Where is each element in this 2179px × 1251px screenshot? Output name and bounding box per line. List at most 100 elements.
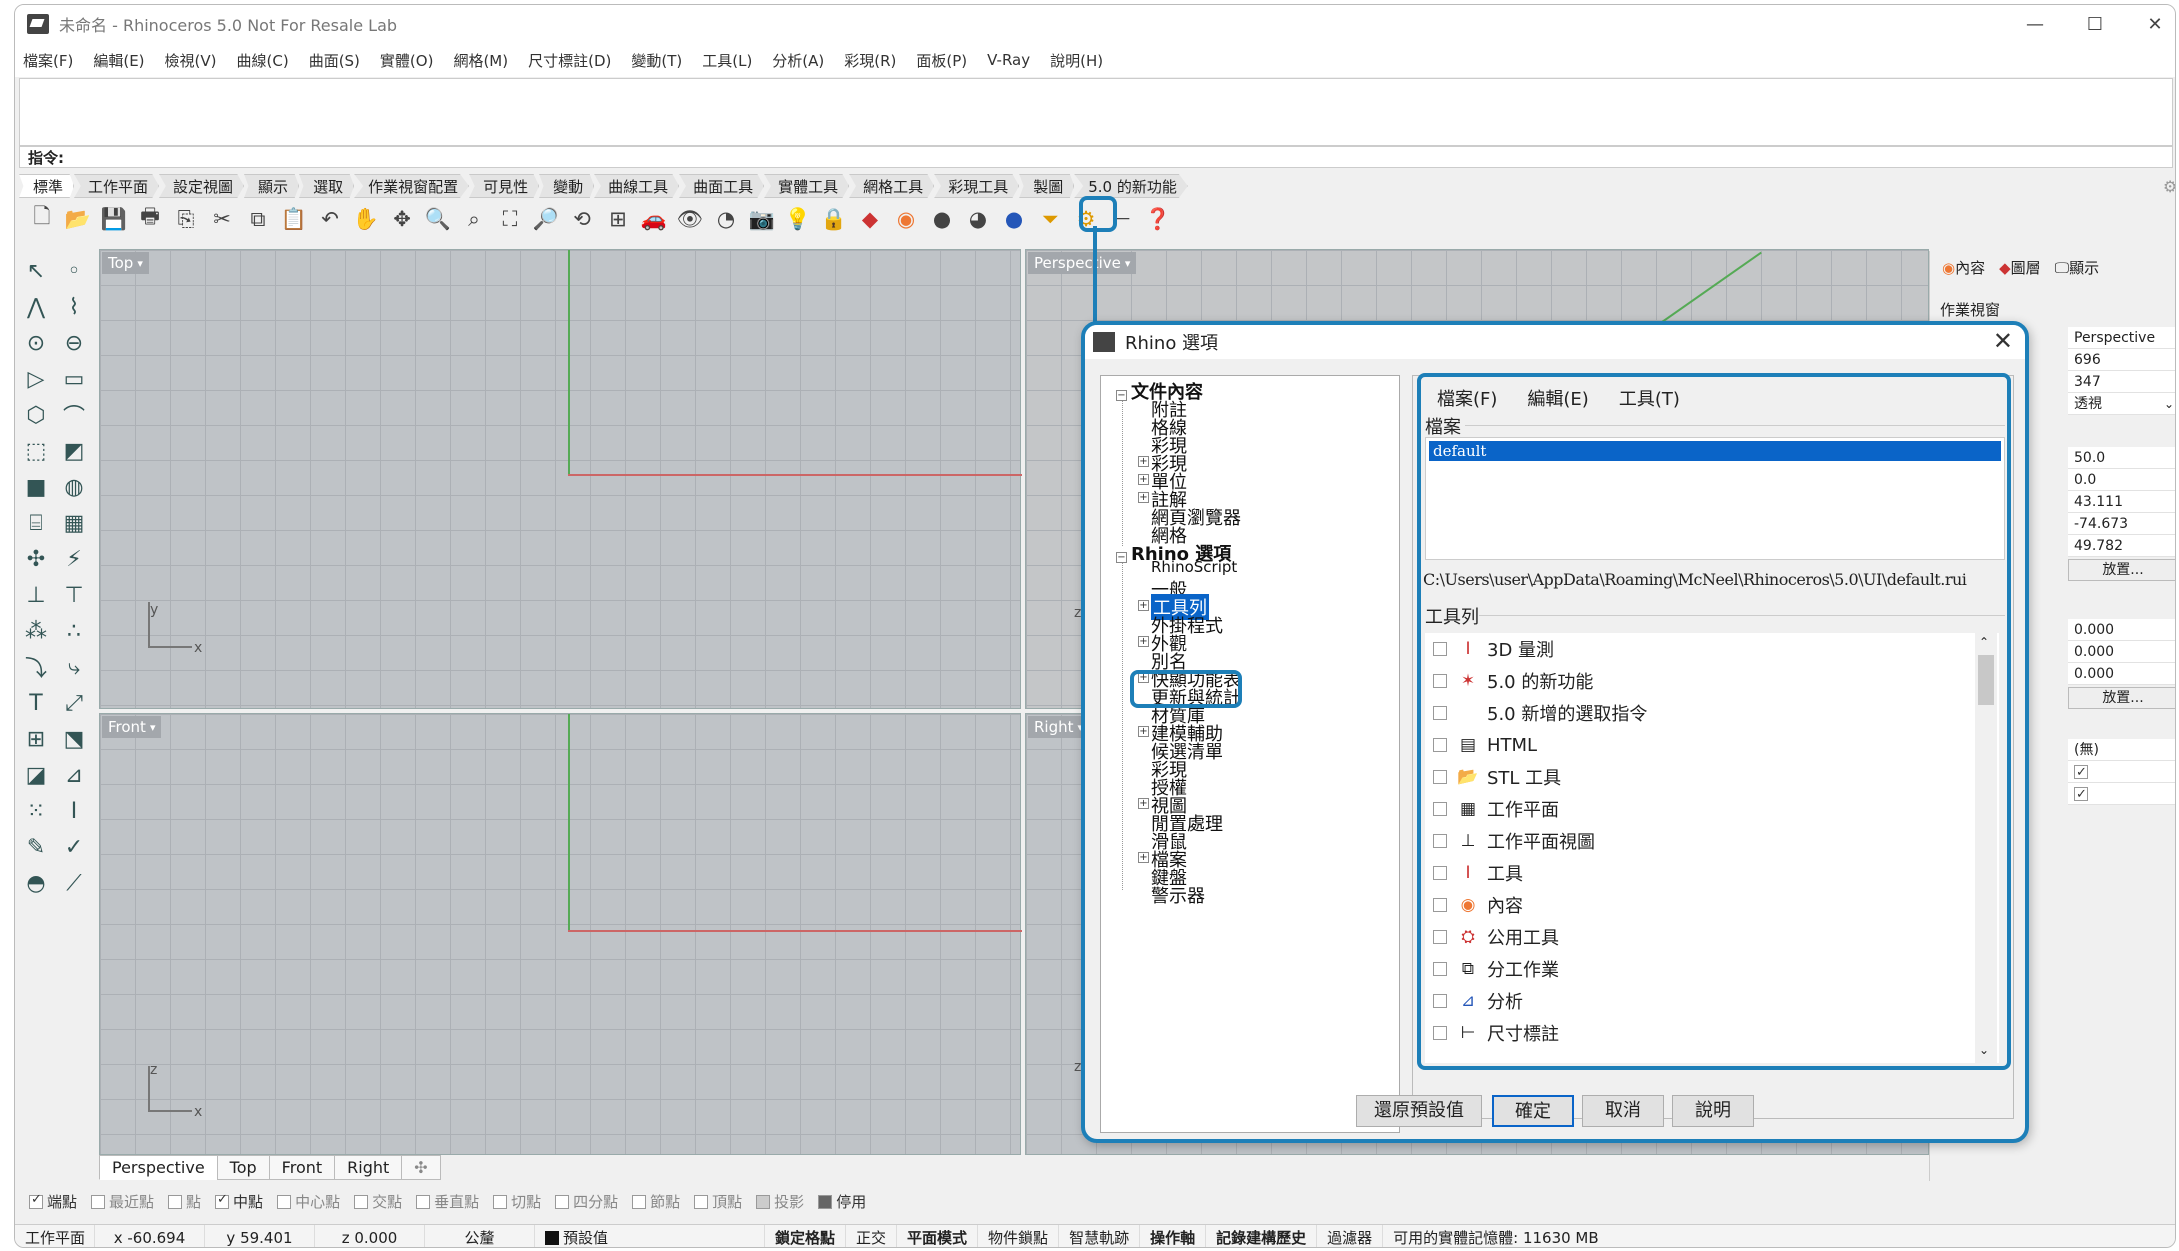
expand-icon[interactable]: + (1138, 798, 1149, 809)
status-gumball[interactable]: 操作軸 (1140, 1224, 1207, 1247)
menu-vray[interactable]: V-Ray (987, 51, 1030, 69)
loft-icon[interactable]: ◩ (57, 435, 91, 467)
cylinder-icon[interactable]: ⌸ (19, 507, 53, 539)
tab-cplanes[interactable]: 工作平面 (74, 174, 160, 198)
snapshot-icon[interactable]: 📷 (747, 204, 777, 234)
light-icon[interactable]: 💡 (783, 204, 813, 234)
viewport-label-right[interactable]: Right▾ (1028, 716, 1090, 738)
osnap-near[interactable]: 最近點 (91, 1191, 154, 1212)
render-icon[interactable]: ◕ (963, 204, 993, 234)
pan-icon[interactable]: ✋ (351, 204, 381, 234)
rotate-icon[interactable]: ⤵ (19, 651, 53, 683)
trim-icon[interactable]: ⊤ (57, 579, 91, 611)
scale-icon[interactable]: ⤢ (57, 687, 91, 719)
prop-rotation[interactable]: 0.0 (2068, 469, 2175, 491)
transform-icon[interactable]: ✣ (19, 543, 53, 575)
chevron-down-icon[interactable]: ⌄ (2164, 393, 2174, 415)
curve-icon[interactable]: ⌇ (57, 291, 91, 323)
block-icon[interactable]: ◪ (19, 759, 53, 791)
ellipse-icon[interactable]: ⊖ (57, 327, 91, 359)
ungroup-icon[interactable]: ∴ (57, 615, 91, 647)
close-icon[interactable]: ✕ (1993, 327, 2013, 355)
render-mat-icon[interactable]: ◓ (19, 867, 53, 899)
measure-icon[interactable]: I (57, 795, 91, 827)
collapse-icon[interactable]: − (1116, 552, 1127, 563)
viewport-front[interactable]: Front ▾ z x (99, 713, 1022, 1155)
check-icon[interactable]: ✓ (57, 831, 91, 863)
measure-length-icon[interactable]: ⊿ (57, 759, 91, 791)
menu-transform[interactable]: 變動(T) (631, 50, 682, 71)
boolean-icon[interactable]: ◍ (57, 471, 91, 503)
osnap-vertex[interactable]: 頂點 (694, 1191, 742, 1212)
polyline-icon[interactable]: ⋀ (19, 291, 53, 323)
panel-tab-layers[interactable]: ◆圖層 (1999, 257, 2041, 278)
osnap-knot[interactable]: 節點 (632, 1191, 680, 1212)
save-icon[interactable]: 💾 (99, 204, 129, 234)
place-camera-button[interactable]: 放置... (2068, 559, 2175, 581)
menu-render[interactable]: 彩現(R) (844, 50, 896, 71)
osnap-center[interactable]: 中心點 (277, 1191, 340, 1212)
vp-tab-front[interactable]: Front (268, 1155, 336, 1180)
status-smarttrack[interactable]: 智慧軌跡 (1059, 1224, 1141, 1247)
tab-set-view[interactable]: 設定視圖 (159, 174, 245, 198)
zoom-icon[interactable]: 🔍 (423, 204, 453, 234)
open-icon[interactable]: 📂 (63, 204, 93, 234)
group-icon[interactable]: ⁂ (19, 615, 53, 647)
prop-checkbox-1[interactable] (2068, 761, 2175, 784)
rectangle-icon[interactable]: ▭ (57, 363, 91, 395)
osnap-end[interactable]: 端點 (29, 1191, 77, 1212)
prop-wallpaper[interactable]: (無) (2068, 739, 2175, 761)
expand-icon[interactable]: + (1138, 474, 1149, 485)
prop-target-z[interactable]: 0.000 (2068, 663, 2175, 685)
cut-icon[interactable]: ✂ (207, 204, 237, 234)
lock-icon[interactable]: 🔒 (819, 204, 849, 234)
zoom-extents-icon[interactable]: ⛶ (495, 204, 525, 234)
circle-icon[interactable]: ⊙ (19, 327, 53, 359)
car-icon[interactable]: 🚗 (639, 204, 669, 234)
layer-icon[interactable]: ◆ (855, 204, 885, 234)
status-grid-snap[interactable]: 鎖定格點 (765, 1224, 847, 1247)
status-history[interactable]: 記錄建構歷史 (1206, 1224, 1318, 1247)
expand-icon[interactable]: + (1138, 852, 1149, 863)
menu-analyze[interactable]: 分析(A) (772, 50, 824, 71)
expand-icon[interactable]: + (1138, 456, 1149, 467)
undo-icon[interactable]: ↶ (315, 204, 345, 234)
osnap-project[interactable]: 投影 (756, 1191, 804, 1212)
osnap-disable[interactable]: 停用 (818, 1191, 866, 1212)
add-viewport-icon[interactable]: ✣ (401, 1155, 441, 1180)
osnap-perp[interactable]: 垂直點 (416, 1191, 479, 1212)
restore-defaults-button[interactable]: 還原預設值 (1356, 1095, 1482, 1127)
tab-transform[interactable]: 變動 (539, 174, 595, 198)
status-layer[interactable]: 預設值 (535, 1224, 765, 1247)
menu-view[interactable]: 檢視(V) (165, 50, 217, 71)
tab-mesh-tools[interactable]: 網格工具 (849, 174, 935, 198)
status-osnap[interactable]: 物件鎖點 (978, 1224, 1060, 1247)
panel-tab-properties[interactable]: ◉內容 (1942, 257, 1985, 278)
prop-projection[interactable]: 透視 ⌄ (2068, 393, 2175, 415)
expand-icon[interactable]: + (1138, 492, 1149, 503)
zoom-window-icon[interactable]: ⌕ (459, 204, 489, 234)
menu-panels[interactable]: 面板(P) (916, 50, 967, 71)
menu-mesh[interactable]: 網格(M) (453, 50, 508, 71)
prop-location-y[interactable]: -74.673 (2068, 513, 2175, 535)
edit-points-icon[interactable]: ⬔ (57, 723, 91, 755)
hide-icon[interactable]: 👁 (675, 204, 705, 234)
tree-item-rhinoscript[interactable]: RhinoScript (1151, 558, 1237, 576)
polygon-icon[interactable]: ⬡ (19, 399, 53, 431)
osnap-point[interactable]: 點 (168, 1191, 201, 1212)
collapse-icon[interactable]: − (1116, 390, 1127, 401)
text-icon[interactable]: T (19, 687, 53, 719)
tab-drafting[interactable]: 製圖 (1019, 174, 1075, 198)
ok-button[interactable]: 確定 (1492, 1095, 1574, 1127)
cancel-button[interactable]: 取消 (1582, 1095, 1664, 1127)
print-icon[interactable]: 🖶 (135, 204, 165, 234)
copy-icon[interactable]: ⧉ (243, 204, 273, 234)
color-wheel-icon[interactable]: ◉ (891, 204, 921, 234)
menu-file[interactable]: 檔案(F) (23, 50, 73, 71)
prop-viewport-title[interactable]: Perspective (2068, 327, 2175, 349)
command-line[interactable]: 指令: (19, 146, 2173, 168)
flow-icon[interactable]: ⟋ (57, 867, 91, 899)
osnap-quad[interactable]: 四分點 (555, 1191, 618, 1212)
tabs-gear-icon[interactable]: ⚙ (2163, 177, 2175, 196)
point-icon[interactable]: ◦ (57, 255, 91, 287)
